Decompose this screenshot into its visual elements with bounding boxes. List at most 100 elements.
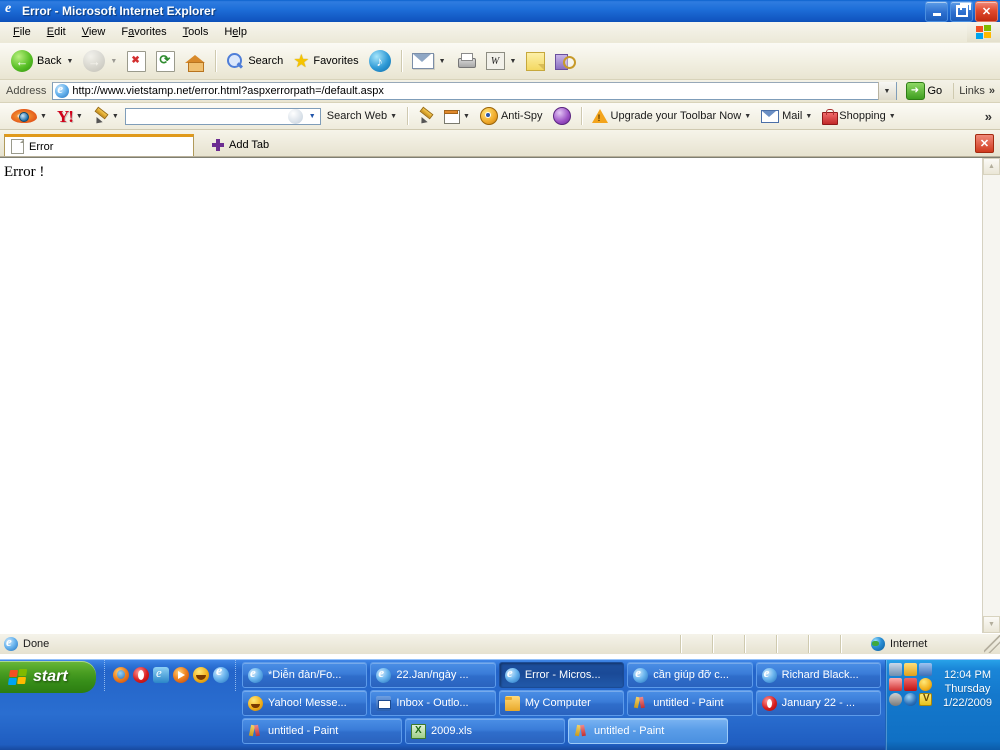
resize-grip[interactable]	[984, 635, 1000, 653]
edit-dropdown-icon[interactable]: ▼	[510, 58, 517, 65]
mail-button[interactable]: ▼	[407, 49, 451, 73]
yahoo-messenger-icon[interactable]	[193, 667, 209, 683]
yahoo-overflow-icon[interactable]: »	[985, 109, 1000, 124]
yahoo-eye-dropdown-icon[interactable]: ▼	[40, 113, 47, 120]
menu-tools[interactable]: Tools	[175, 24, 217, 40]
home-button[interactable]	[180, 48, 210, 74]
yahoo-pencil-button[interactable]	[414, 106, 438, 127]
task-button[interactable]: 22.Jan/ngày ...	[370, 662, 496, 688]
search-web-dropdown-icon[interactable]: ▼	[390, 113, 397, 120]
back-arrow-icon: ←	[11, 50, 33, 72]
maximize-restore-button[interactable]	[950, 0, 973, 22]
print-button[interactable]	[451, 49, 481, 73]
links-button[interactable]: Links »	[953, 83, 1000, 99]
page-document-icon	[11, 139, 24, 154]
address-input[interactable]: http://www.vietstamp.net/error.html?aspx…	[52, 82, 897, 100]
search-web-button[interactable]: Search Web ▼	[323, 107, 401, 125]
media-button[interactable]: ♪	[364, 46, 396, 76]
task-button-active[interactable]: Error - Micros...	[498, 662, 625, 688]
refresh-button[interactable]	[151, 47, 180, 76]
menu-help[interactable]: Help	[216, 24, 255, 40]
security-zone[interactable]: Internet	[841, 635, 984, 653]
yahoo-shopping-label: Shopping	[839, 110, 886, 122]
menu-favorites[interactable]: Favorites	[113, 24, 174, 40]
mail-icon	[411, 53, 434, 69]
add-tab-button[interactable]: Add Tab	[202, 134, 279, 156]
yahoo-highlighter-button[interactable]: ▼	[89, 106, 123, 127]
status-cell-4	[777, 635, 809, 653]
mail-dropdown-icon[interactable]: ▼	[439, 58, 446, 65]
yahoo-search-input[interactable]: ▼	[124, 107, 321, 125]
network-icon[interactable]	[889, 663, 902, 676]
upgrade-dropdown-icon[interactable]: ▼	[744, 113, 751, 120]
yahoo-search-dropdown-icon[interactable]: ▼	[305, 109, 320, 124]
task-button[interactable]: Inbox - Outlo...	[370, 690, 496, 716]
menu-edit[interactable]: Edit	[39, 24, 74, 40]
windows-flag-icon	[967, 22, 1000, 42]
mail-icon[interactable]	[904, 663, 917, 676]
research-button[interactable]	[550, 48, 580, 74]
clock[interactable]: 12:04 PM Thursday 1/22/2009	[935, 663, 1000, 750]
vietkey-icon[interactable]	[919, 693, 932, 706]
yahoo-mail-dropdown-icon[interactable]: ▼	[805, 113, 812, 120]
yahoo-logo-dropdown-icon[interactable]: ▼	[76, 113, 83, 120]
media-player-icon[interactable]	[173, 667, 189, 683]
messenger-icon[interactable]	[919, 678, 932, 691]
go-button[interactable]: ➜ Go	[901, 79, 950, 103]
task-button[interactable]: untitled - Paint	[242, 718, 402, 744]
task-row-3: untitled - Paint 2009.xls untitled - Pai…	[242, 718, 881, 745]
yahoo-companion-button[interactable]: ▼	[7, 105, 51, 127]
edit-button[interactable]: W ▼	[481, 48, 522, 74]
vertical-scrollbar[interactable]: ▲ ▼	[982, 158, 1000, 633]
yahoo-mail-button[interactable]: Mail ▼	[757, 107, 816, 126]
task-button[interactable]: *Diễn đàn/Fo...	[242, 662, 368, 688]
task-button[interactable]: Richard Black...	[755, 662, 882, 688]
back-dropdown-icon[interactable]: ▼	[66, 58, 73, 65]
internet-explorer-icon[interactable]	[213, 667, 229, 683]
scroll-down-icon[interactable]: ▼	[983, 616, 1000, 633]
app-icon[interactable]	[153, 665, 169, 683]
volume-icon[interactable]	[889, 693, 902, 706]
address-dropdown-icon[interactable]: ▼	[877, 82, 896, 100]
notes-button[interactable]	[521, 48, 550, 75]
yahoo-shopping-button[interactable]: Shopping ▼	[818, 106, 899, 126]
yahoo-logo-button[interactable]: Y! ▼	[53, 106, 87, 127]
forward-button[interactable]: → ▼	[78, 46, 122, 76]
popup-blocker-button[interactable]: ▼	[440, 106, 474, 127]
close-button[interactable]: ✕	[975, 0, 998, 22]
task-button[interactable]: Yahoo! Messe...	[242, 690, 368, 716]
links-overflow-icon[interactable]: »	[989, 85, 995, 97]
task-button[interactable]: untitled - Paint	[627, 690, 753, 716]
navigation-toolbar: ← Back ▼ → ▼ Search ★ Favorites ♪	[0, 43, 1000, 80]
task-button[interactable]: January 22 - ...	[755, 690, 882, 716]
task-button[interactable]: 2009.xls	[405, 718, 565, 744]
highlighter-dropdown-icon[interactable]: ▼	[112, 113, 119, 120]
health-icon[interactable]	[904, 678, 917, 691]
yahoo-shopping-dropdown-icon[interactable]: ▼	[889, 113, 896, 120]
firefox-icon[interactable]	[113, 667, 129, 683]
stop-button[interactable]	[122, 47, 151, 76]
menu-file[interactable]: File	[5, 24, 39, 40]
update-icon[interactable]	[904, 693, 917, 706]
users-icon[interactable]	[889, 678, 902, 691]
tab-error[interactable]: Error	[4, 134, 194, 156]
display-icon[interactable]	[919, 663, 932, 676]
forward-dropdown-icon[interactable]: ▼	[110, 58, 117, 65]
back-button[interactable]: ← Back ▼	[6, 46, 78, 76]
start-button[interactable]: start	[0, 661, 96, 693]
upgrade-toolbar-button[interactable]: Upgrade your Toolbar Now ▼	[588, 106, 756, 126]
anti-spy-button[interactable]: Anti-Spy	[476, 104, 547, 128]
scroll-up-icon[interactable]: ▲	[983, 158, 1000, 175]
task-button-hover[interactable]: untitled - Paint	[568, 718, 728, 744]
task-button[interactable]: cần giúp đỡ c...	[627, 662, 753, 688]
favorites-button[interactable]: ★ Favorites	[288, 49, 363, 73]
yahoo-purple-button[interactable]	[549, 104, 575, 128]
browser-content-area: Error ! ▲ ▼	[0, 157, 1000, 633]
menu-view[interactable]: View	[74, 24, 114, 40]
minimize-button[interactable]	[925, 0, 948, 22]
opera-icon[interactable]	[133, 667, 149, 683]
search-button[interactable]: Search	[221, 48, 288, 74]
popup-blocker-dropdown-icon[interactable]: ▼	[463, 113, 470, 120]
task-button[interactable]: My Computer	[498, 690, 625, 716]
close-tab-button[interactable]: ✕	[975, 134, 994, 153]
